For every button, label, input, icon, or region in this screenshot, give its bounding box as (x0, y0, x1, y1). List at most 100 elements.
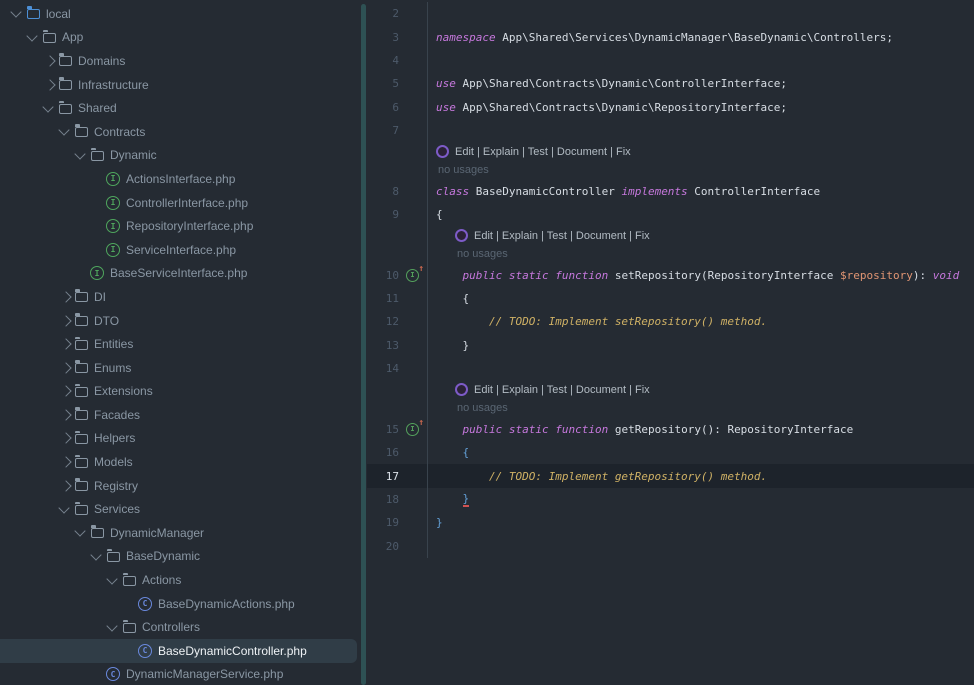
tree-item-controllers[interactable]: Controllers (0, 615, 357, 639)
tree-item-contracts[interactable]: Contracts (0, 120, 357, 144)
code-line-8[interactable]: 8 class BaseDynamicController implements … (367, 179, 974, 203)
chevron-down-icon[interactable] (90, 549, 102, 561)
chevron-down-icon[interactable] (74, 525, 86, 538)
line-number[interactable]: 20 (367, 540, 401, 553)
tree-item-dynamicmanagerservice-php[interactable]: C DynamicManagerService.php (0, 663, 357, 685)
line-number[interactable]: 7 (367, 124, 401, 137)
tree-item-extensions[interactable]: Extensions (0, 380, 357, 404)
code-line-19[interactable]: 19} (367, 511, 974, 535)
usages-hint[interactable]: no usages (457, 248, 508, 260)
implements-method-icon[interactable]: I (406, 418, 424, 436)
line-number[interactable]: 18 (367, 493, 401, 506)
chevron-down-icon[interactable] (58, 124, 70, 136)
line-number[interactable]: 9 (367, 208, 401, 221)
line-number[interactable]: 13 (367, 339, 401, 352)
chevron-right-icon[interactable] (60, 362, 72, 374)
code-line-3[interactable]: 3 namespace App\Shared\Services\DynamicMa… (367, 25, 974, 49)
line-number[interactable]: 19 (367, 516, 401, 529)
code-line-20[interactable]: 20 (367, 534, 974, 558)
tree-item-helpers[interactable]: Helpers (0, 427, 357, 451)
tree-item-local[interactable]: local (0, 2, 357, 26)
code-line-11[interactable]: 11 { (367, 286, 974, 311)
tree-item-serviceinterface-php[interactable]: I ServiceInterface.php (0, 238, 357, 262)
tree-item-entities[interactable]: Entities (0, 332, 357, 356)
line-number[interactable]: 10 (367, 269, 401, 282)
line-number[interactable]: 11 (367, 292, 401, 305)
tree-item-app[interactable]: App (0, 26, 357, 50)
chevron-right-icon[interactable] (44, 78, 56, 91)
tree-item-models[interactable]: Models (0, 450, 357, 474)
line-number[interactable]: 14 (367, 362, 401, 375)
code-line-9[interactable]: 9{ (367, 202, 974, 227)
code-line-16[interactable]: 16 { (367, 441, 974, 465)
tree-item-controllerinterface-php[interactable]: I ControllerInterface.php (0, 191, 357, 215)
chevron-down-icon[interactable] (106, 572, 118, 585)
code-line-2[interactable]: 2 (367, 2, 974, 26)
line-number[interactable]: 3 (367, 31, 401, 44)
code-line-15[interactable]: 15 I public static function getRepository… (367, 417, 974, 442)
tree-item-dynamic[interactable]: Dynamic (0, 144, 357, 168)
tree-item-di[interactable]: DI (0, 285, 357, 309)
code-line-14[interactable]: 14 (367, 357, 974, 381)
chevron-right-icon[interactable] (60, 456, 72, 468)
tree-item-facades[interactable]: Facades (0, 403, 357, 427)
code-line-13[interactable]: 13 } (367, 333, 974, 358)
line-number[interactable]: 12 (367, 315, 401, 328)
implements-method-icon[interactable]: I (406, 264, 424, 282)
chevron-down-icon[interactable] (42, 101, 54, 113)
tree-item-baseserviceinterface-php[interactable]: I BaseServiceInterface.php (0, 262, 357, 286)
tree-item-registry[interactable]: Registry (0, 474, 357, 498)
code-line-10[interactable]: 10 I public static function setRepository… (367, 263, 974, 287)
chevron-right-icon[interactable] (60, 432, 72, 445)
tree-item-basedynamiccontroller-php[interactable]: C BaseDynamicController.php (0, 639, 357, 663)
chevron-down-icon[interactable] (26, 30, 38, 42)
line-number[interactable]: 17 (367, 470, 401, 483)
tree-item-enums[interactable]: Enums (0, 356, 357, 380)
chevron-right-icon[interactable] (44, 55, 56, 67)
line-number[interactable]: 4 (367, 54, 401, 67)
code-line-4[interactable]: 4 (367, 48, 974, 73)
chevron-right-icon[interactable] (60, 338, 72, 350)
chevron-right-icon[interactable] (60, 314, 72, 327)
chevron-right-icon[interactable] (60, 385, 72, 397)
ai-actions-links[interactable]: Edit | Explain | Test | Document | Fix (455, 146, 631, 158)
interface-icon: I (106, 195, 120, 210)
chevron-right-icon[interactable] (60, 480, 72, 492)
chevron-down-icon[interactable] (10, 6, 22, 18)
line-number[interactable]: 8 (367, 185, 401, 198)
chevron-down-icon[interactable] (58, 502, 70, 514)
code-line-5[interactable]: 5 use App\Shared\Contracts\Dynamic\Contro… (367, 72, 974, 96)
tree-item-services[interactable]: Services (0, 497, 357, 521)
line-number[interactable]: 2 (367, 7, 401, 20)
usages-hint[interactable]: no usages (438, 164, 489, 176)
tree-item-dto[interactable]: DTO (0, 309, 357, 333)
code-line-17[interactable]: 17 // TODO: Implement getRepository() me… (367, 464, 974, 488)
tree-item-label: Shared (78, 101, 117, 116)
usages-hint[interactable]: no usages (457, 402, 508, 414)
tree-item-shared[interactable]: Shared (0, 96, 357, 120)
tree-item-basedynamicactions-php[interactable]: C BaseDynamicActions.php (0, 592, 357, 616)
code-line-7[interactable]: 7 (367, 118, 974, 143)
ai-actions-links[interactable]: Edit | Explain | Test | Document | Fix (474, 230, 650, 242)
tree-item-basedynamic[interactable]: BaseDynamic (0, 545, 357, 569)
chevron-down-icon[interactable] (106, 620, 118, 632)
line-number[interactable]: 15 (367, 423, 401, 436)
chevron-right-icon[interactable] (60, 291, 72, 303)
code-line-18[interactable]: 18 } (367, 487, 974, 512)
line-number[interactable]: 16 (367, 446, 401, 459)
chevron-down-icon[interactable] (74, 148, 86, 160)
code-line-6[interactable]: 6 use App\Shared\Contracts\Dynamic\Reposi… (367, 95, 974, 119)
chevron-right-icon[interactable] (60, 409, 72, 421)
line-number[interactable]: 6 (367, 101, 401, 114)
tree-item-domains[interactable]: Domains (0, 49, 357, 73)
tree-item-actions[interactable]: Actions (0, 568, 357, 592)
tree-item-repositoryinterface-php[interactable]: I RepositoryInterface.php (0, 214, 357, 238)
panel-splitter[interactable] (361, 4, 366, 685)
tree-item-actionsinterface-php[interactable]: I ActionsInterface.php (0, 167, 357, 191)
tree-item-label: BaseDynamic (126, 549, 201, 564)
ai-actions-links[interactable]: Edit | Explain | Test | Document | Fix (474, 384, 650, 396)
code-line-12[interactable]: 12 // TODO: Implement setRepository() me… (367, 310, 974, 334)
tree-item-infrastructure[interactable]: Infrastructure (0, 73, 357, 97)
tree-item-dynamicmanager[interactable]: DynamicManager (0, 521, 357, 545)
line-number[interactable]: 5 (367, 77, 401, 90)
